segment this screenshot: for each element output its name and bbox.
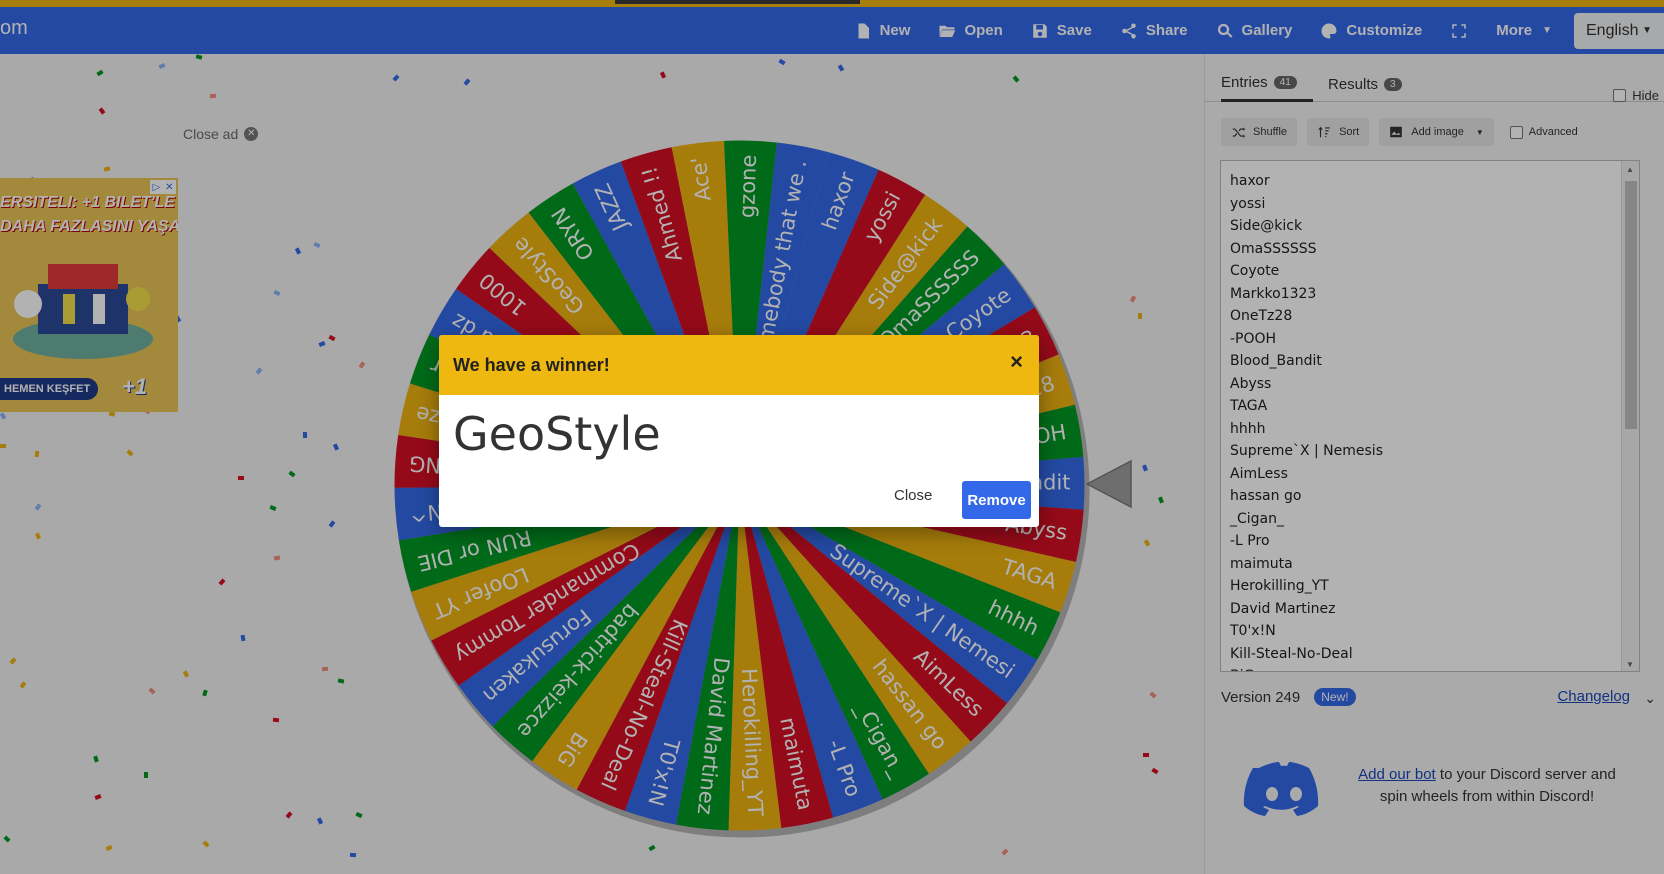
winner-dialog-title: We have a winner! [453,354,610,375]
winner-name: GeoStyle [453,407,661,461]
close-icon[interactable]: × [1010,349,1023,375]
winner-dialog-header: We have a winner! × [439,335,1039,395]
remove-button[interactable]: Remove [962,481,1031,519]
winner-dialog: We have a winner! × GeoStyle Close Remov… [439,335,1039,527]
close-button[interactable]: Close [894,487,932,504]
